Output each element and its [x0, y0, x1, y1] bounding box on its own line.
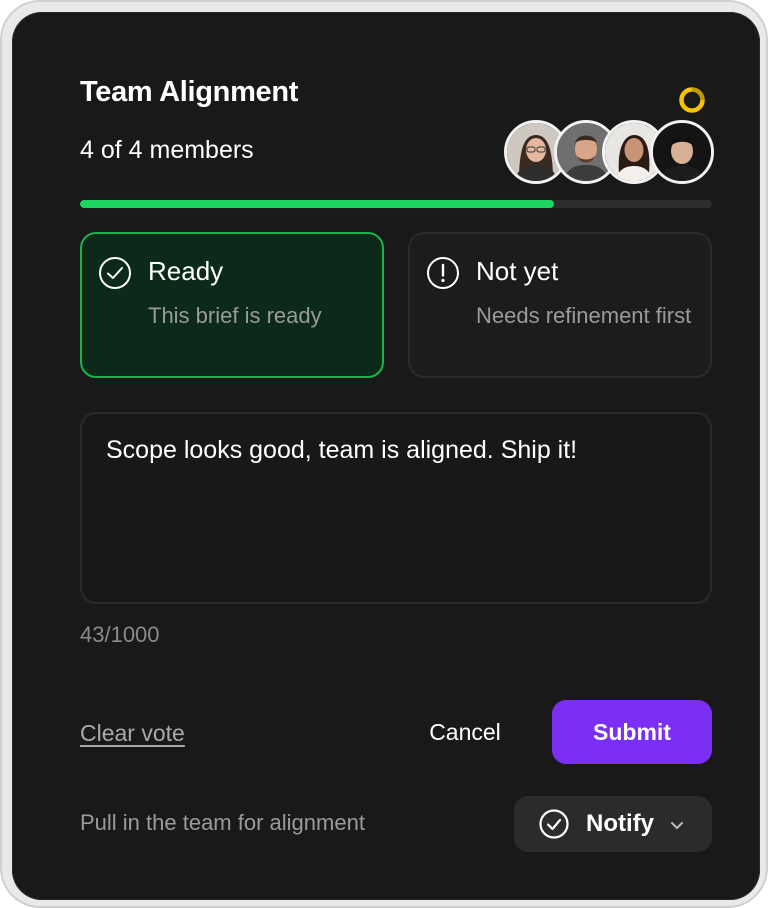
progress-fill — [80, 200, 554, 208]
check-circle-icon — [99, 257, 131, 289]
device-frame: Team Alignment 4 of 4 members Ready This… — [0, 0, 768, 908]
character-counter: 43/1000 — [80, 622, 160, 647]
option-label: Not yet — [476, 256, 559, 286]
cancel-button[interactable]: Cancel — [410, 700, 520, 764]
notify-label: Notify — [586, 810, 654, 837]
notify-hint: Pull in the team for alignment — [80, 810, 365, 835]
option-ready[interactable]: Ready This brief is ready — [80, 232, 384, 378]
person-photo-icon — [653, 123, 711, 181]
option-not-yet[interactable]: Not yet Needs refinement first — [408, 232, 712, 378]
alignment-card: Team Alignment 4 of 4 members Ready This… — [12, 12, 760, 900]
comment-textarea[interactable]: Scope looks good, team is aligned. Ship … — [80, 412, 712, 604]
member-avatars[interactable] — [504, 120, 714, 184]
chevron-down-icon — [671, 822, 683, 829]
submit-button[interactable]: Submit — [552, 700, 712, 764]
card-title: Team Alignment — [80, 76, 299, 108]
check-circle-icon — [539, 809, 569, 839]
loading-spinner-icon — [679, 87, 705, 113]
notify-dropdown-button[interactable]: Notify — [514, 796, 712, 852]
alignment-progress-bar — [80, 200, 712, 208]
option-description: This brief is ready — [148, 303, 322, 328]
option-label: Ready — [148, 256, 224, 286]
option-description: Needs refinement first — [476, 303, 692, 328]
avatar[interactable] — [650, 120, 714, 184]
members-count: 4 of 4 members — [80, 136, 254, 164]
exclamation-circle-icon — [427, 257, 459, 289]
clear-vote-link[interactable]: Clear vote — [80, 720, 185, 747]
